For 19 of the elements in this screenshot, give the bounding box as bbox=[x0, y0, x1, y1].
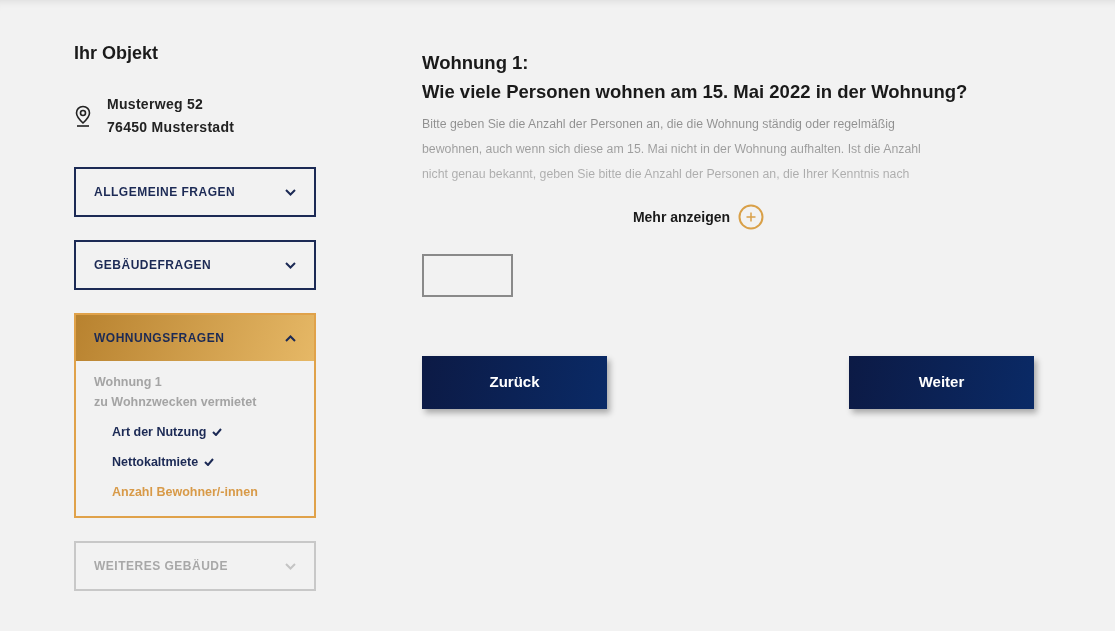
chevron-down-icon bbox=[285, 562, 296, 570]
address-text: Musterweg 52 76450 Musterstadt bbox=[107, 95, 235, 137]
chevron-down-icon bbox=[285, 261, 296, 269]
show-more-button[interactable]: Mehr anzeigen bbox=[632, 206, 731, 228]
accordion-header[interactable]: ALLGEMEINE FRAGEN bbox=[76, 169, 314, 215]
input-field[interactable] bbox=[422, 254, 513, 297]
group-label: Wohnung 1 zu Wohnzwecken vermietet bbox=[94, 374, 258, 411]
accordion-header[interactable]: WOHNUNGSFRAGEN bbox=[76, 315, 314, 361]
step-link[interactable]: Nettokaltmiete bbox=[112, 452, 199, 472]
sidebar-title: Ihr Objekt bbox=[74, 42, 159, 65]
next-button[interactable]: Weiter bbox=[849, 356, 1034, 409]
question-title: Wohnung 1: Wie viele Personen wohnen am 15. Mai 2022 in der Wohnung? bbox=[422, 51, 969, 104]
location-pin-icon bbox=[75, 105, 91, 127]
chevron-up-icon bbox=[285, 334, 296, 342]
chevron-down-icon bbox=[285, 188, 296, 196]
step-link[interactable]: Art der Nutzung bbox=[112, 422, 207, 442]
back-button[interactable]: Zurück bbox=[422, 356, 607, 409]
plus-circle-icon[interactable] bbox=[738, 204, 765, 230]
accordion-header[interactable]: GEBÄUDEFRAGEN bbox=[76, 242, 314, 288]
